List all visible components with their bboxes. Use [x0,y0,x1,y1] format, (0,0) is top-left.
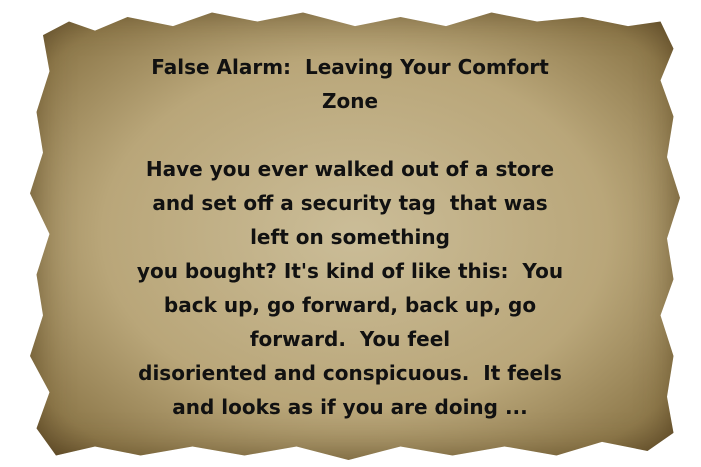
title-line: Zone [321,89,379,113]
body-line: forward. You feel [249,327,451,351]
parchment-text: False Alarm: Leaving Your Comfort Zone Hav… [60,50,640,424]
title-line: False Alarm: Leaving Your Comfort [151,55,549,79]
body-line: Have you ever walked out of a store [145,157,555,181]
body-line: and set off a security tag that was [152,191,548,215]
body-line: back up, go forward, back up, go [163,293,537,317]
body-line: left on something [250,225,450,249]
body-line: you bought? It's kind of like this: You [136,259,564,283]
body-line: and looks as if you are doing ... [172,395,528,419]
body-line: disoriented and conspicuous. It feels [138,361,562,385]
